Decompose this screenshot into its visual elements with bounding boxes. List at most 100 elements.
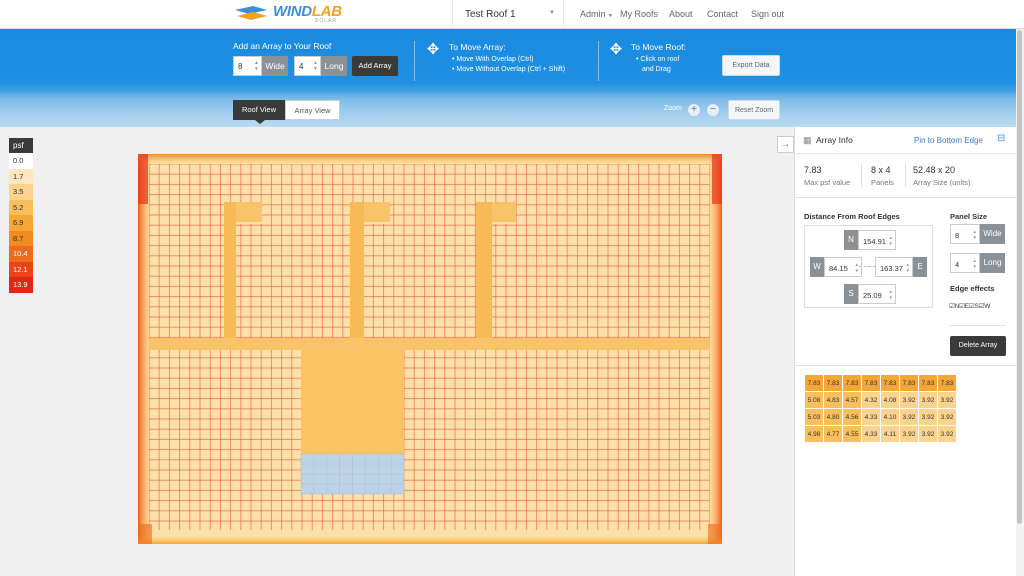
toolbar: Add an Array to Your Roof 8 ▲ ▼ Wide 4 ▲ ▼… bbox=[0, 29, 1024, 127]
west-tag: W bbox=[810, 257, 824, 277]
stepper-arrows-icon[interactable]: ▲ ▼ bbox=[855, 262, 859, 274]
west-distance-input[interactable]: 84.15 ▲ ▼ bbox=[824, 257, 862, 277]
nav-admin[interactable]: Admin ▼ bbox=[580, 9, 613, 19]
array-long-unit: Long bbox=[321, 56, 347, 76]
east-distance-input[interactable]: 163.37 ▲ ▼ bbox=[875, 257, 913, 277]
array-long-stepper[interactable]: 4 ▲ ▼ bbox=[294, 56, 321, 76]
psf-cell: 3.92 bbox=[937, 408, 957, 426]
legend-title: psf bbox=[9, 138, 33, 153]
obstruction-central-block bbox=[301, 350, 404, 454]
move-roof-hint-1: • Click on roof bbox=[636, 56, 680, 63]
zoom-out-button[interactable]: − bbox=[707, 104, 719, 116]
divider bbox=[795, 365, 1017, 366]
zoom-in-button[interactable]: + bbox=[688, 104, 700, 116]
psf-cell: 3.92 bbox=[899, 408, 919, 426]
export-data-button[interactable]: Export Data bbox=[722, 55, 780, 76]
array-size-label: Array Size (units) bbox=[913, 178, 971, 187]
panel-size-long-input[interactable]: 4 ▲ ▼ bbox=[950, 253, 980, 273]
grid-top-mid-c bbox=[390, 204, 476, 224]
stepper-arrows-icon[interactable]: ▲ ▼ bbox=[254, 60, 259, 72]
array-wide-value: 8 bbox=[238, 62, 243, 71]
page-scrollbar-thumb[interactable] bbox=[1017, 30, 1022, 524]
roof-corner-tr bbox=[712, 154, 722, 204]
array-size-value: 52.48 x 20 bbox=[913, 165, 956, 175]
grid-top-band bbox=[224, 164, 710, 204]
east-distance-value: 163.37 bbox=[880, 264, 903, 273]
stepper-arrows-icon[interactable]: ▲ ▼ bbox=[889, 235, 893, 247]
stepper-arrows-icon[interactable]: ▲ ▼ bbox=[906, 262, 910, 274]
stepper-arrows-icon[interactable]: ▲ ▼ bbox=[889, 289, 893, 301]
stat-divider bbox=[905, 163, 906, 187]
psf-cell: 4.80 bbox=[823, 408, 843, 426]
nav-contact[interactable]: Contact bbox=[707, 9, 738, 19]
collapse-panel-arrow-icon[interactable]: → bbox=[777, 136, 794, 153]
divider bbox=[950, 325, 1006, 326]
delete-array-button[interactable]: Delete Array bbox=[950, 336, 1006, 356]
psf-cell: 7.83 bbox=[861, 374, 881, 392]
panel-size-wide-value: 8 bbox=[955, 231, 960, 240]
active-tab-pointer-icon bbox=[255, 120, 265, 124]
pin-to-bottom-edge-link[interactable]: Pin to Bottom Edge bbox=[914, 136, 983, 145]
pin-bottom-edge-icon[interactable]: ⊟ bbox=[997, 133, 1005, 144]
north-tag: N bbox=[844, 230, 858, 250]
legend-item: 8.7 bbox=[9, 230, 33, 246]
legend-rows: 0.0 1.7 3.5 5.2 6.9 8.7 10.4 12.1 13.9 bbox=[9, 153, 33, 293]
psf-row: 7.83 7.83 7.83 7.83 7.83 7.83 7.83 7.83 bbox=[804, 374, 957, 392]
divider bbox=[795, 197, 1017, 198]
array-long-value: 4 bbox=[299, 62, 304, 71]
psf-cell: 4.98 bbox=[804, 425, 824, 443]
panel-size-title: Panel Size bbox=[950, 212, 988, 221]
nav-sign-out[interactable]: Sign out bbox=[751, 9, 784, 19]
top-navbar: WINDLAB SOLAR Test Roof 1 ▼ Admin ▼ My R… bbox=[0, 0, 1024, 29]
psf-row: 4.98 4.77 4.55 4.33 4.11 3.92 3.92 3.92 bbox=[804, 425, 957, 443]
psf-cell: 3.92 bbox=[918, 391, 938, 409]
panel-size-wide-input[interactable]: 8 ▲ ▼ bbox=[950, 224, 980, 244]
toolbar-divider bbox=[598, 41, 599, 81]
roof-select-dropdown[interactable]: Test Roof 1 ▼ bbox=[452, 0, 564, 29]
psf-cell: 7.83 bbox=[918, 374, 938, 392]
psf-cell: 4.10 bbox=[880, 408, 900, 426]
reset-zoom-button[interactable]: Reset Zoom bbox=[728, 100, 780, 120]
move-array-hint-2: • Move Without Overlap (Ctrl + Shift) bbox=[452, 66, 566, 73]
max-psf-value: 7.83 bbox=[804, 165, 822, 175]
logo-subtitle: SOLAR bbox=[315, 18, 337, 24]
roof-corner-tl bbox=[138, 154, 148, 204]
move-roof-title: To Move Roof: bbox=[631, 42, 686, 52]
array-wide-unit: Wide bbox=[262, 56, 288, 76]
roof-edge-top bbox=[138, 154, 722, 164]
legend-item: 0.0 bbox=[9, 153, 33, 169]
grid-top-mid-a bbox=[262, 204, 350, 338]
selected-array[interactable] bbox=[300, 453, 405, 495]
south-tag: S bbox=[844, 284, 858, 304]
grid-top-mid-b bbox=[364, 224, 476, 338]
toolbar-lower-band bbox=[0, 93, 1024, 127]
move-roof-icon: ✥ bbox=[609, 41, 623, 58]
nav-about[interactable]: About bbox=[669, 9, 693, 19]
north-distance-value: 154.91 bbox=[863, 237, 886, 246]
add-array-button[interactable]: Add Array bbox=[352, 56, 398, 76]
psf-cell: 4.08 bbox=[880, 391, 900, 409]
tab-array-view[interactable]: Array View bbox=[285, 100, 340, 120]
psf-cell: 4.77 bbox=[823, 425, 843, 443]
psf-cell: 4.11 bbox=[880, 425, 900, 443]
tab-roof-view[interactable]: Roof View bbox=[233, 100, 285, 120]
north-distance-input[interactable]: 154.91 ▲ ▼ bbox=[858, 230, 896, 250]
roof-canvas[interactable] bbox=[138, 154, 722, 544]
shade-hook-left bbox=[224, 202, 236, 338]
shade-hook-mid bbox=[350, 202, 364, 338]
south-distance-input[interactable]: 25.09 ▲ ▼ bbox=[858, 284, 896, 304]
stepper-arrows-icon[interactable]: ▲ ▼ bbox=[973, 229, 977, 241]
psf-cell: 3.92 bbox=[937, 391, 957, 409]
move-array-title: To Move Array: bbox=[449, 42, 506, 52]
roof-edge-bottom bbox=[138, 536, 722, 544]
move-arrows-icon: ✥ bbox=[426, 41, 440, 58]
stepper-arrows-icon[interactable]: ▲ ▼ bbox=[313, 60, 318, 72]
grid-top-left bbox=[149, 164, 224, 338]
panel-header: ▦ Array Info Pin to Bottom Edge ⊟ bbox=[795, 127, 1017, 154]
nav-my-roofs[interactable]: My Roofs bbox=[620, 9, 658, 19]
array-wide-stepper[interactable]: 8 ▲ ▼ bbox=[233, 56, 262, 76]
windlab-logo[interactable]: WINDLAB SOLAR bbox=[233, 3, 353, 25]
shade-hook-right bbox=[476, 202, 492, 338]
stepper-arrows-icon[interactable]: ▲ ▼ bbox=[973, 258, 977, 270]
edge-effects-checkboxes[interactable]: ☑N☑E☑S☑W bbox=[949, 302, 990, 310]
